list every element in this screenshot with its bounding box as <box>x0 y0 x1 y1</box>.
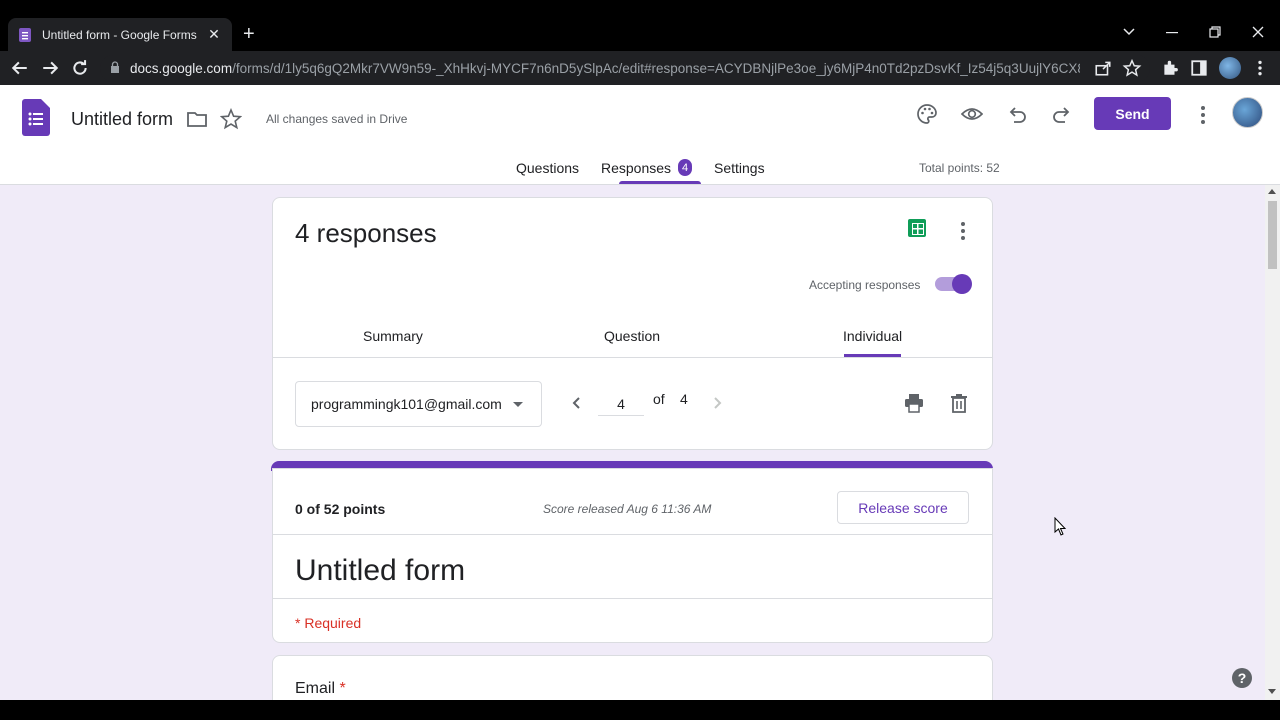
bottom-bar <box>0 700 1280 720</box>
tab-questions[interactable]: Questions <box>516 160 579 176</box>
scroll-up-arrow-icon[interactable] <box>1268 189 1276 194</box>
star-icon[interactable] <box>220 108 242 130</box>
heading-divider <box>273 598 992 599</box>
url-domain: docs.google.com <box>130 61 233 76</box>
subtab-divider <box>273 357 992 358</box>
email-label-text: Email <box>295 680 336 697</box>
customize-theme-palette-icon[interactable] <box>916 103 938 125</box>
lock-icon[interactable] <box>110 61 120 76</box>
reload-icon[interactable] <box>70 59 90 77</box>
responses-count-badge: 4 <box>678 159 692 176</box>
tab-title: Untitled form - Google Forms <box>42 27 197 42</box>
delete-trash-icon[interactable] <box>950 393 968 413</box>
subtab-summary[interactable]: Summary <box>363 328 423 344</box>
next-response-icon[interactable] <box>713 396 723 410</box>
page-scrollbar[interactable] <box>1265 185 1280 700</box>
forms-favicon-icon <box>19 27 31 42</box>
email-question-card: Email * <box>272 655 993 700</box>
browser-menu-icon[interactable] <box>1250 59 1270 77</box>
undo-icon[interactable] <box>1006 103 1028 125</box>
dropdown-arrow-icon <box>513 402 523 407</box>
address-bar[interactable]: docs.google.com/forms/d/1ly5q6gQ2Mkr7VW9… <box>100 55 1150 82</box>
share-icon[interactable] <box>1093 59 1113 77</box>
form-title[interactable]: Untitled form <box>71 109 173 130</box>
url-path: /forms/d/1ly5q6gQ2Mkr7VW9n59-_XhHkvj-MYC… <box>232 61 1080 76</box>
save-status: All changes saved in Drive <box>266 112 408 126</box>
account-avatar[interactable] <box>1232 97 1263 128</box>
print-icon[interactable] <box>904 393 924 413</box>
scroll-down-arrow-icon[interactable] <box>1268 689 1276 694</box>
profile-icon[interactable] <box>1219 57 1241 79</box>
previous-response-icon[interactable] <box>571 396 581 410</box>
tab-settings[interactable]: Settings <box>714 160 765 176</box>
url-text: docs.google.com/forms/d/1ly5q6gQ2Mkr7VW9… <box>130 61 1080 76</box>
forward-icon[interactable] <box>40 59 60 77</box>
preview-eye-icon[interactable] <box>961 103 983 125</box>
responses-count-title: 4 responses <box>295 218 437 248</box>
sidebar-icon[interactable] <box>1189 59 1209 77</box>
total-responses: 4 <box>680 391 688 407</box>
respondent-select[interactable]: programmingk101@gmail.com <box>295 381 542 427</box>
bookmark-star-icon[interactable] <box>1122 59 1142 77</box>
score-points: 0 of 52 points <box>295 501 386 517</box>
active-tab-indicator <box>619 181 701 184</box>
restore-icon[interactable] <box>1209 26 1221 38</box>
score-card: 0 of 52 points Score released Aug 6 11:3… <box>272 468 993 643</box>
email-question-label: Email * <box>295 680 346 698</box>
respondent-email: programmingk101@gmail.com <box>311 396 502 412</box>
minimize-icon[interactable] <box>1166 32 1178 34</box>
redo-icon[interactable] <box>1051 103 1073 125</box>
back-icon[interactable] <box>10 59 30 77</box>
total-points: Total points: 52 <box>919 161 1000 175</box>
scrollbar-thumb[interactable] <box>1268 201 1277 269</box>
google-forms-logo-icon[interactable] <box>22 99 50 136</box>
browser-tab-strip: Untitled form - Google Forms ✕ + <box>0 0 1280 51</box>
tab-responses[interactable]: Responses <box>601 160 671 176</box>
help-icon[interactable]: ? <box>1232 668 1252 688</box>
of-label: of <box>653 391 665 407</box>
move-to-folder-icon[interactable] <box>186 108 208 130</box>
send-button[interactable]: Send <box>1094 97 1171 130</box>
score-released-time: Score released Aug 6 11:36 AM <box>543 502 712 516</box>
new-tab-button[interactable]: + <box>243 24 255 44</box>
browser-toolbar: docs.google.com/forms/d/1ly5q6gQ2Mkr7VW9… <box>0 51 1280 85</box>
subtab-individual[interactable]: Individual <box>843 328 902 344</box>
browser-tab[interactable]: Untitled form - Google Forms ✕ <box>8 18 232 51</box>
extensions-icon[interactable] <box>1160 59 1180 77</box>
responses-card: 4 responses Accepting responses Summary … <box>272 197 993 450</box>
app-header: Untitled form All changes saved in Drive… <box>0 85 1280 185</box>
forms-page: Untitled form All changes saved in Drive… <box>0 85 1280 700</box>
score-divider <box>273 534 992 535</box>
responses-more-icon[interactable] <box>961 222 965 243</box>
required-note: * Required <box>295 615 362 631</box>
accepting-responses-label: Accepting responses <box>809 278 921 292</box>
link-to-sheets-icon[interactable] <box>908 219 926 237</box>
more-options-icon[interactable] <box>1201 106 1205 127</box>
form-heading: Untitled form <box>295 554 466 587</box>
tab-search-icon[interactable] <box>1123 28 1135 36</box>
toggle-knob <box>952 274 972 294</box>
mouse-cursor-icon <box>1054 517 1067 536</box>
tab-close-icon[interactable]: ✕ <box>206 26 222 43</box>
accepting-responses-toggle[interactable] <box>935 274 972 294</box>
close-window-icon[interactable] <box>1252 26 1264 38</box>
release-score-button[interactable]: Release score <box>837 491 969 524</box>
required-asterisk: * <box>339 680 346 697</box>
subtab-question[interactable]: Question <box>604 328 660 344</box>
response-index-input[interactable]: 4 <box>598 392 644 416</box>
